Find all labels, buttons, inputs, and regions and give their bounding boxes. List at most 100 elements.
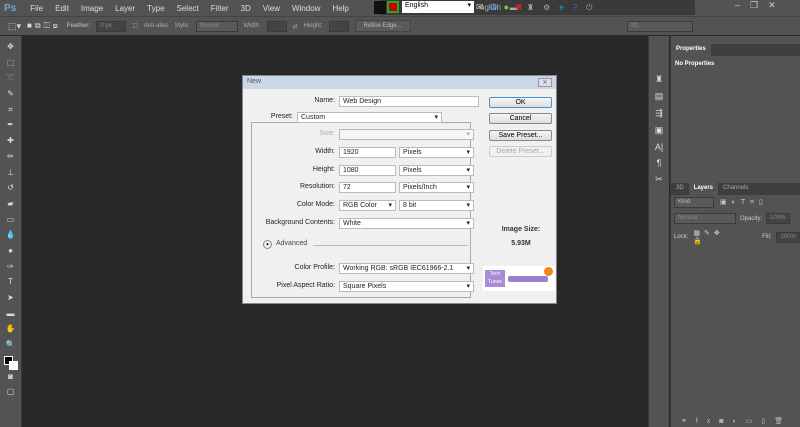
- mail-icon[interactable]: ✉: [476, 2, 484, 13]
- background-contents-select[interactable]: White: [339, 218, 474, 229]
- screen-mode-icon[interactable]: ▢: [7, 387, 15, 401]
- tab-properties[interactable]: Properties: [671, 44, 711, 56]
- menu-filter[interactable]: Filter: [205, 4, 235, 13]
- color-mode-select[interactable]: RGB Color: [339, 200, 396, 211]
- refine-edge-button[interactable]: Refine Edge...: [354, 20, 411, 32]
- resolution-unit-select[interactable]: Pixels/Inch: [399, 182, 474, 193]
- menu-window[interactable]: Window: [286, 4, 326, 13]
- info-icon[interactable]: ▣: [655, 125, 664, 136]
- menu-3d[interactable]: 3D: [235, 4, 257, 13]
- close-icon[interactable]: ✖: [515, 2, 523, 13]
- help-icon[interactable]: ?: [573, 3, 577, 12]
- settings-icon[interactable]: ⚙: [543, 3, 550, 12]
- name-input[interactable]: Web Design: [339, 96, 479, 107]
- selection-mode-icons[interactable]: ■⧉◫⧈: [27, 21, 61, 31]
- preset-select[interactable]: Custom: [297, 112, 442, 123]
- restore-icon[interactable]: ❐: [750, 0, 758, 11]
- anti-alias-checkbox[interactable]: ☐: [132, 23, 137, 30]
- height-input[interactable]: [328, 20, 349, 32]
- layers-footer-icons[interactable]: ⚭fx◙◐▭▯🗑: [681, 417, 792, 425]
- lock-icons[interactable]: ▦✎✥🔒: [693, 229, 735, 245]
- type-tool-icon[interactable]: T: [8, 277, 13, 291]
- anti-alias-label: Anti-alias: [143, 23, 169, 29]
- menu-type[interactable]: Type: [141, 4, 170, 13]
- paragraph-icon[interactable]: ¶: [657, 158, 662, 168]
- keyboard-indicator-icon: [374, 1, 386, 14]
- tool-icon[interactable]: ♜: [527, 3, 534, 12]
- brush-tool-icon[interactable]: ✏: [7, 152, 14, 166]
- cancel-button[interactable]: Cancel: [489, 113, 552, 124]
- resolution-input[interactable]: 72: [339, 182, 396, 193]
- blur-icon[interactable]: 💧: [6, 230, 16, 244]
- language-flag-icon[interactable]: [387, 1, 399, 13]
- menu-file[interactable]: File: [24, 4, 49, 13]
- pen-tool-icon[interactable]: ✑: [7, 262, 14, 276]
- layer-filter-kind[interactable]: Kind: [674, 197, 714, 208]
- gradient-icon[interactable]: ▭: [7, 215, 15, 229]
- width-input[interactable]: 1920: [339, 147, 396, 158]
- browser-icon[interactable]: e: [559, 3, 563, 12]
- advanced-label[interactable]: Advanced: [276, 240, 307, 247]
- dodge-icon[interactable]: ●: [8, 246, 13, 260]
- filter-icons[interactable]: ▣◐T⌗▯: [720, 198, 768, 207]
- width-input[interactable]: [266, 20, 287, 32]
- history-icon[interactable]: ♜: [655, 74, 663, 85]
- swap-icon[interactable]: ⇄: [293, 23, 298, 30]
- bit-depth-select[interactable]: 8 bit: [399, 200, 474, 211]
- menu-select[interactable]: Select: [171, 4, 205, 13]
- eyedropper-icon[interactable]: ✒: [7, 120, 14, 134]
- advanced-toggle-icon[interactable]: ▴: [263, 240, 272, 249]
- gear-icon[interactable]: ⚙: [490, 2, 498, 13]
- lock-label: Lock:: [674, 234, 689, 240]
- language-select[interactable]: English: [402, 1, 474, 13]
- menu-help[interactable]: Help: [326, 4, 354, 13]
- color-swatches-icon[interactable]: [3, 355, 18, 370]
- color-profile-select[interactable]: Working RGB: sRGB IEC61966-2.1: [339, 263, 474, 274]
- tab-layers[interactable]: Layers: [688, 183, 719, 195]
- crop-tool-icon[interactable]: ⌗: [8, 105, 13, 119]
- save-preset-button[interactable]: Save Preset...: [489, 130, 552, 141]
- marquee-tool-icon[interactable]: ⬚: [7, 58, 15, 72]
- history-brush-icon[interactable]: ↺: [7, 183, 14, 197]
- move-tool-icon[interactable]: ✥: [7, 42, 14, 56]
- tab-3d[interactable]: 3D: [671, 183, 689, 195]
- adjustments-icon[interactable]: ⇶: [655, 108, 663, 119]
- feather-input[interactable]: 0 px: [96, 20, 127, 32]
- close-window-icon[interactable]: ✕: [768, 0, 776, 11]
- hand-tool-icon[interactable]: ✋: [6, 324, 16, 338]
- fill-input[interactable]: 100%: [776, 231, 800, 243]
- quick-select-icon[interactable]: ✎: [7, 89, 14, 103]
- menu-layer[interactable]: Layer: [109, 4, 141, 13]
- workspace-select[interactable]: 3D: [626, 20, 693, 32]
- dialog-close-button[interactable]: ✕: [538, 78, 552, 87]
- tools-panel: ✥ ⬚ ➰ ✎ ⌗ ✒ ✚ ✏ ⊥ ↺ ▰ ▭ 💧 ● ✑ T ➤ ▬ ✋ 🔍 …: [0, 36, 22, 427]
- marquee-tool-icon[interactable]: ⬚▾: [8, 21, 21, 32]
- height-input[interactable]: 1080: [339, 165, 396, 176]
- path-select-icon[interactable]: ➤: [7, 293, 14, 307]
- opacity-input[interactable]: 100%: [766, 213, 791, 224]
- menu-edit[interactable]: Edit: [49, 4, 75, 13]
- character-icon[interactable]: A|: [655, 142, 663, 152]
- pixel-aspect-ratio-select[interactable]: Square Pixels: [339, 281, 474, 292]
- tab-channels[interactable]: Channels: [718, 183, 753, 195]
- blend-mode-select[interactable]: Normal: [674, 213, 736, 224]
- menu-view[interactable]: View: [257, 4, 286, 13]
- shape-tool-icon[interactable]: ▬: [7, 309, 15, 323]
- image-size-value: 5.93M: [511, 240, 531, 247]
- width-unit-select[interactable]: Pixels: [399, 147, 474, 158]
- style-select[interactable]: Normal: [195, 20, 238, 32]
- stamp-tool-icon[interactable]: ⊥: [7, 168, 14, 182]
- minimize-icon[interactable]: –: [735, 0, 740, 11]
- zoom-tool-icon[interactable]: 🔍: [6, 340, 16, 354]
- lasso-tool-icon[interactable]: ➰: [6, 73, 16, 87]
- quick-mask-icon[interactable]: ◙: [8, 372, 13, 386]
- menu-image[interactable]: Image: [75, 4, 109, 13]
- healing-brush-icon[interactable]: ✚: [7, 136, 14, 150]
- power-icon[interactable]: ⏻: [586, 3, 592, 13]
- tools-preset-icon[interactable]: ✂: [655, 174, 663, 185]
- actions-icon[interactable]: ▤: [655, 91, 664, 102]
- ok-button[interactable]: OK: [489, 97, 552, 108]
- height-unit-select[interactable]: Pixels: [399, 165, 474, 176]
- refresh-icon[interactable]: ●: [504, 2, 509, 13]
- eraser-icon[interactable]: ▰: [7, 199, 13, 213]
